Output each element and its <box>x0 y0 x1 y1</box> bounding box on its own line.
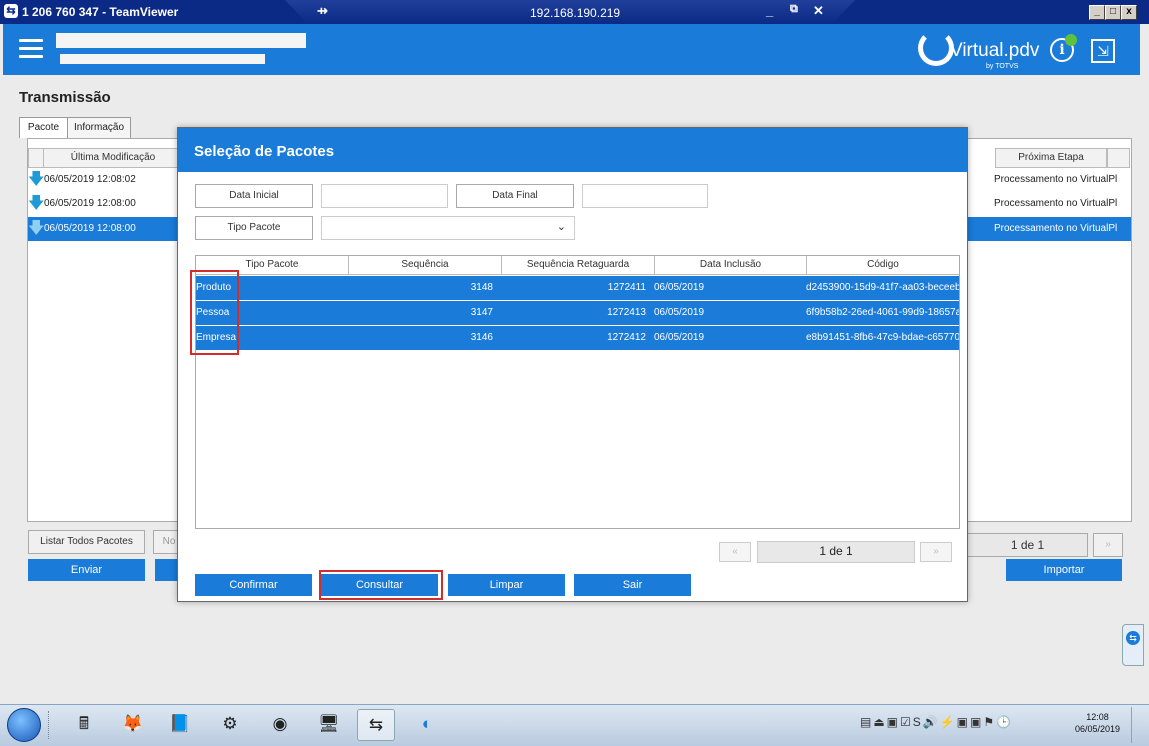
prev-page-button[interactable]: « <box>719 542 751 562</box>
background-next-page-button[interactable]: » <box>1093 533 1123 557</box>
package-type-label: Tipo Pacote <box>195 216 313 240</box>
firefox-icon[interactable]: 🦊 <box>115 709 151 739</box>
teamviewer-icon: ⇆ <box>4 4 18 18</box>
grid-row[interactable]: Empresa 3146 1272412 06/05/2019 e8b91451… <box>196 326 959 351</box>
next-page-button[interactable]: » <box>920 542 952 562</box>
row-next-step: Processamento no VirtualPl <box>994 223 1118 234</box>
virtualpdv-icon[interactable]: ◐ <box>409 709 445 739</box>
minimize-icon[interactable]: _ <box>766 3 773 18</box>
windows-taskbar: 🖩 🦊 📘 ⚙ ◉ 🖥 ⇆ ◐ ▤⏏▣☑S🔊⚡▣▣⚑🕒 12:08 06/05/… <box>0 704 1149 746</box>
download-arrow-icon: 🡇 <box>28 220 45 237</box>
column-header-extra <box>1107 148 1130 168</box>
grid-header-sequence[interactable]: Sequência <box>349 256 502 275</box>
dialog-header: Seleção de Pacotes <box>178 128 967 172</box>
clock-date: 06/05/2019 <box>1074 724 1121 734</box>
calculator-icon[interactable]: 🖩 <box>66 709 102 739</box>
dialog-pager: « 1 de 1 » <box>719 541 954 563</box>
teamviewer-icon: ⇆ <box>1126 631 1140 645</box>
background-page-indicator: 1 de 1 <box>967 533 1088 557</box>
cell-code: e8b91451-8fb6-47c9-bdae-c65770c6 <box>806 332 959 343</box>
settings-icon[interactable]: ⚙ <box>212 709 248 739</box>
cell-inclusion-date: 06/05/2019 <box>654 307 705 318</box>
cell-sequence: 3147 <box>470 307 493 318</box>
cell-back-office-sequence: 1272413 <box>607 307 646 318</box>
pin-icon[interactable]: ⇸ <box>317 3 328 19</box>
window-maximize-button[interactable]: □ <box>1105 5 1121 20</box>
page-title: Transmissão <box>19 89 111 106</box>
remote-session-tab[interactable]: ⇸ 192.168.190.219 _ ⧉ ✕ <box>285 0 855 24</box>
restore-icon[interactable]: ⧉ <box>790 3 798 16</box>
cell-code: 6f9b58b2-26ed-4061-99d9-18657a71 <box>806 307 959 318</box>
row-next-step: Processamento no VirtualPl <box>994 174 1118 185</box>
row-next-step: Processamento no VirtualPl <box>994 198 1118 209</box>
column-header-last-modified: Última Modificação <box>43 148 183 168</box>
virtualpdv-logo-icon <box>918 30 954 66</box>
logo-text: Virtual.pdv <box>950 40 1040 61</box>
close-icon[interactable]: ✕ <box>813 3 824 19</box>
cell-back-office-sequence: 1272411 <box>607 282 646 293</box>
cell-back-office-sequence: 1272412 <box>607 332 646 343</box>
clock-time: 12:08 <box>1086 712 1109 722</box>
grid-header-inclusion-date[interactable]: Data Inclusão <box>655 256 807 275</box>
status-online-dot <box>1065 34 1077 46</box>
package-type-select[interactable]: ⌄ <box>321 216 575 240</box>
tab-pacote[interactable]: Pacote <box>19 117 68 138</box>
taskbar-grip <box>48 711 53 739</box>
window-minimize-button[interactable]: _ <box>1089 5 1105 20</box>
tab-informacao[interactable]: Informação <box>67 117 131 138</box>
end-date-label: Data Final <box>456 184 574 208</box>
cell-sequence: 3146 <box>470 332 493 343</box>
row-date: 06/05/2019 12:08:02 <box>44 174 136 185</box>
start-date-label: Data Inicial <box>195 184 313 208</box>
show-desktop-button[interactable] <box>1131 707 1146 743</box>
grid-header-back-office-sequence[interactable]: Sequência Retaguarda <box>502 256 655 275</box>
package-grid: Tipo Pacote Sequência Sequência Retaguar… <box>195 255 960 529</box>
grid-row[interactable]: Produto 3148 1272411 06/05/2019 d2453900… <box>196 276 959 301</box>
teamviewer-title: 1 206 760 347 - TeamViewer <box>22 5 179 19</box>
clear-button[interactable]: Limpar <box>448 574 565 596</box>
list-all-packages-button[interactable]: Listar Todos Pacotes <box>28 530 145 554</box>
teamviewer-side-panel[interactable]: ⇆ <box>1122 624 1144 666</box>
notes-icon[interactable]: 📘 <box>162 709 198 739</box>
row-date: 06/05/2019 12:08:00 <box>44 198 136 209</box>
download-arrow-icon: 🡇 <box>28 195 45 212</box>
remote-ip: 192.168.190.219 <box>530 6 621 20</box>
highlight-query-annotation <box>319 570 443 600</box>
grid-row[interactable]: Pessoa 3147 1272413 06/05/2019 6f9b58b2-… <box>196 301 959 326</box>
import-button[interactable]: Importar <box>1006 559 1122 581</box>
clock[interactable]: 12:08 06/05/2019 <box>1070 711 1125 735</box>
column-header-next-step: Próxima Etapa <box>995 148 1107 168</box>
cell-inclusion-date: 06/05/2019 <box>654 332 705 343</box>
highlight-package-type-annotation <box>190 270 239 355</box>
column-header-select <box>28 148 44 168</box>
cell-inclusion-date: 06/05/2019 <box>654 282 705 293</box>
teamviewer-titlebar: ⇆ 1 206 760 347 - TeamViewer ⇸ 192.168.1… <box>0 0 1149 43</box>
redacted-store-info <box>60 54 265 64</box>
package-selection-dialog: Seleção de Pacotes Data Inicial Data Fin… <box>177 127 968 602</box>
cell-sequence: 3148 <box>470 282 493 293</box>
hamburger-menu-icon[interactable] <box>19 39 43 58</box>
app-header: Virtual.pdv by TOTVS i ⇲ <box>3 24 1140 75</box>
expand-icon[interactable]: ⇲ <box>1091 39 1115 63</box>
teamviewer-icon[interactable]: ⇆ <box>357 709 395 741</box>
start-button[interactable] <box>7 708 41 742</box>
grid-header-code[interactable]: Código <box>807 256 959 275</box>
start-date-input[interactable] <box>321 184 448 208</box>
end-date-input[interactable] <box>582 184 708 208</box>
page-indicator: 1 de 1 <box>757 541 915 563</box>
window-close-button[interactable]: x <box>1121 5 1137 20</box>
chrome-icon[interactable]: ◉ <box>262 709 298 739</box>
exit-button[interactable]: Sair <box>574 574 691 596</box>
download-arrow-icon: 🡇 <box>28 171 45 188</box>
send-button[interactable]: Enviar <box>28 559 145 581</box>
system-tray-icons[interactable]: ▤⏏▣☑S🔊⚡▣▣⚑🕒 <box>860 715 1065 735</box>
chevron-down-icon[interactable]: ⌄ <box>557 220 566 233</box>
cell-code: d2453900-15d9-41f7-aa03-beceeb19 <box>806 282 959 293</box>
redacted-store-name <box>56 33 306 48</box>
remote-desktop-icon[interactable]: 🖥 <box>311 709 347 739</box>
row-date: 06/05/2019 12:08:00 <box>44 223 136 234</box>
confirm-button[interactable]: Confirmar <box>195 574 312 596</box>
dialog-title: Seleção de Pacotes <box>194 143 335 160</box>
logo-by-text: by TOTVS <box>986 63 1019 70</box>
